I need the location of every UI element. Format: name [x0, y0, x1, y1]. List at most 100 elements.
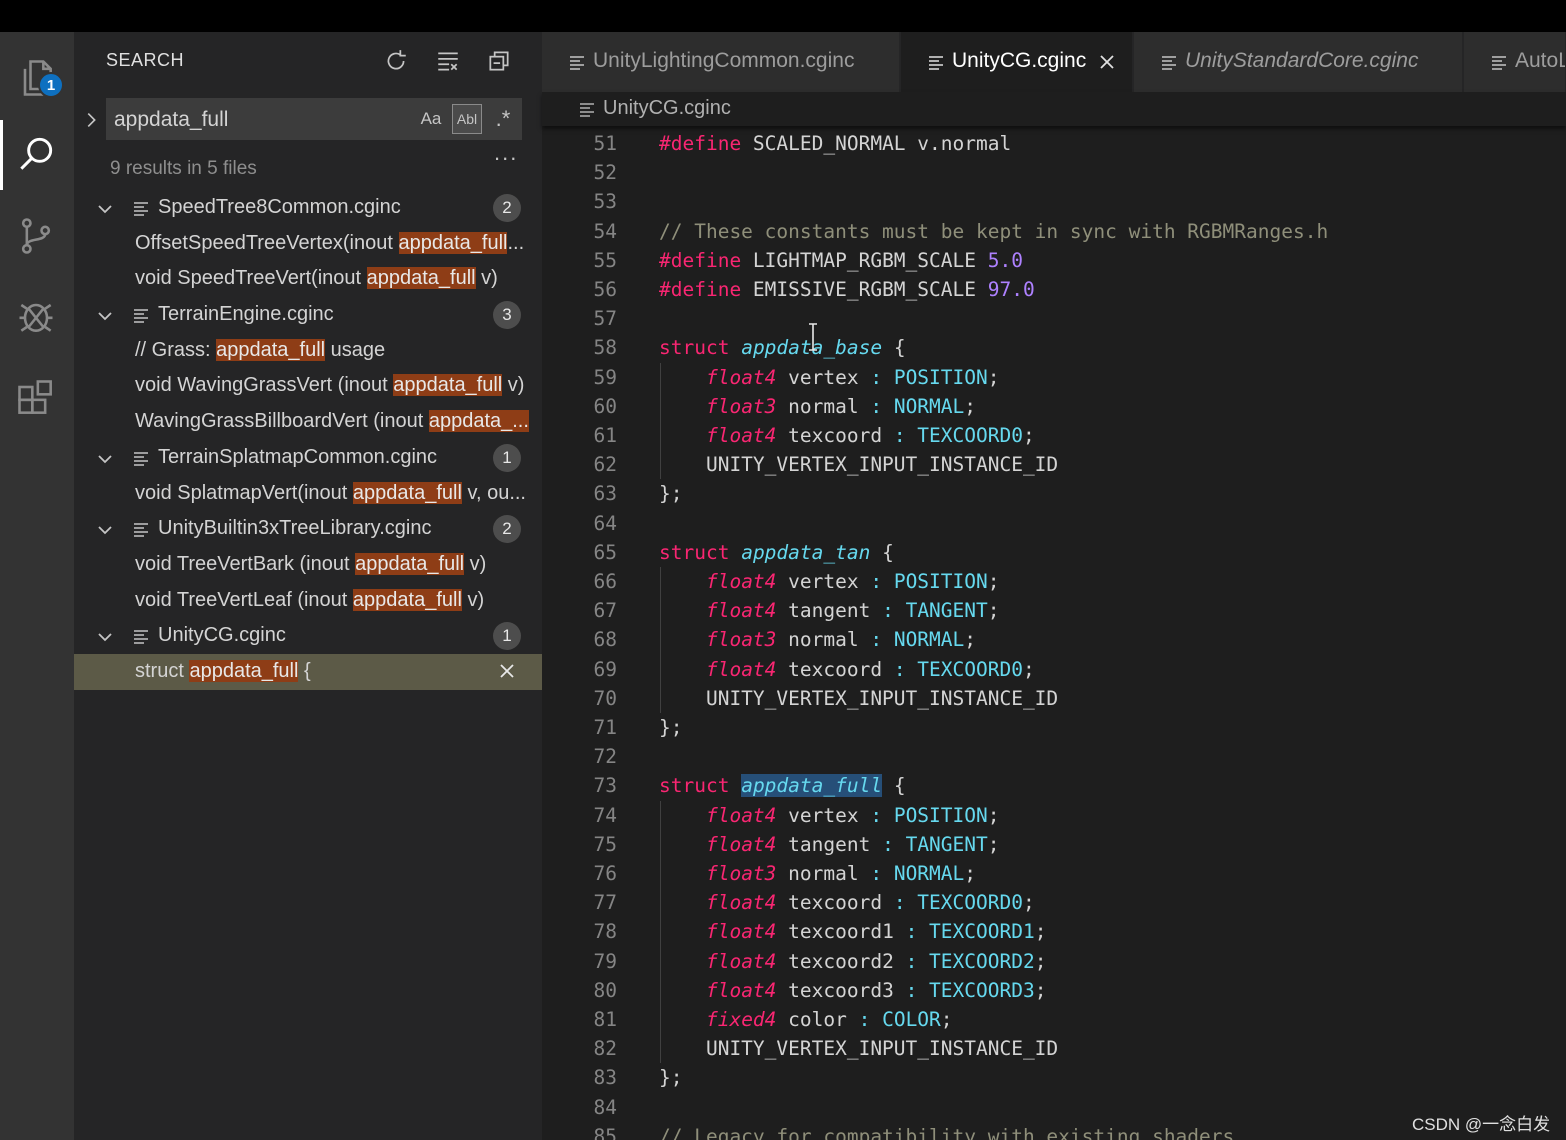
code-token: { — [882, 336, 906, 360]
code-line[interactable]: 54 // These constants must be kept in syn… — [542, 217, 1566, 246]
explorer-badge: 1 — [38, 72, 64, 98]
code-line[interactable]: 80 float4 texcoord3 : TEXCOORD3; — [542, 976, 1566, 1005]
code-token: : TANGENT — [882, 599, 988, 623]
result-match-row[interactable]: void SplatmapVert(inout appdata_full v, … — [74, 476, 542, 512]
code-line[interactable]: 65 struct appdata_tan { — [542, 538, 1566, 567]
result-match-row[interactable]: // Grass: appdata_full usage — [74, 333, 542, 369]
result-match-row[interactable]: WavingGrassBillboardVert (inout appdata_… — [74, 404, 542, 440]
code-token: LIGHTMAP_RGBM_SCALE — [741, 248, 988, 272]
code-token: float4 — [705, 599, 777, 623]
code-line[interactable]: 83}; — [542, 1063, 1566, 1092]
code-line[interactable]: 58 struct appdata_base { — [542, 333, 1566, 362]
debug-icon[interactable] — [12, 292, 60, 340]
tab-unitylightingcommon[interactable]: UnityLightingCommon.cginc — [542, 32, 900, 92]
tab-unitycg[interactable]: UnityCG.cginc — [901, 32, 1133, 92]
code-line[interactable]: 60 float3 normal : NORMAL; — [542, 392, 1566, 421]
code-line[interactable]: 57 — [542, 304, 1566, 333]
match-text: void TreeVertLeaf (inout appdata_full v) — [135, 588, 541, 612]
code-token: : TEXCOORD2 — [905, 949, 1035, 973]
code-line[interactable]: 62 UNITY_VERTEX_INPUT_INSTANCE_ID — [542, 450, 1566, 479]
code-token: float4 — [705, 920, 777, 944]
code-line[interactable]: 53 — [542, 187, 1566, 216]
search-input-value[interactable]: appdata_full — [114, 108, 228, 132]
extensions-icon[interactable] — [12, 374, 60, 422]
code-line[interactable]: 71}; — [542, 713, 1566, 742]
file-lines-icon — [1162, 56, 1176, 70]
code-line[interactable]: 59 float4 vertex : POSITION; — [542, 363, 1566, 392]
close-tab-icon[interactable] — [1096, 51, 1118, 73]
code-line[interactable]: 74 float4 vertex : POSITION; — [542, 801, 1566, 830]
code-line[interactable]: 52 — [542, 158, 1566, 187]
breadcrumb-file[interactable]: UnityCG.cginc — [603, 97, 731, 120]
code-line[interactable]: 56 #define EMISSIVE_RGBM_SCALE 97.0 — [542, 275, 1566, 304]
code-token: float3 — [705, 628, 777, 652]
code-line[interactable]: 68 float3 normal : NORMAL; — [542, 625, 1566, 654]
code-line[interactable]: 63}; — [542, 479, 1566, 508]
search-sidebar: SEARCH appdata_full Aa Abl .* ... 9 resu… — [74, 32, 542, 1140]
code-token: ; — [940, 1008, 953, 1031]
code-line[interactable]: 51 #define SCALED_NORMAL v.normal — [542, 129, 1566, 158]
code-line[interactable]: 76 float3 normal : NORMAL; — [542, 859, 1566, 888]
clear-results-icon[interactable] — [433, 46, 463, 76]
line-number: 72 — [593, 745, 617, 769]
result-match-row[interactable]: void TreeVertLeaf (inout appdata_full v) — [74, 583, 542, 619]
chevron-down-icon[interactable] — [94, 305, 116, 327]
code-text: float3 normal : NORMAL; — [659, 628, 976, 651]
result-match-row[interactable]: void SpeedTreeVert(inout appdata_full v) — [74, 261, 542, 297]
result-file-row[interactable]: TerrainSplatmapCommon.cginc 1 — [74, 440, 542, 476]
source-control-icon[interactable] — [12, 212, 60, 260]
result-match-row[interactable]: void WavingGrassVert (inout appdata_full… — [74, 368, 542, 404]
search-input[interactable]: appdata_full Aa Abl .* — [106, 98, 522, 140]
tab-unitystandardcore[interactable]: UnityStandardCore.cginc — [1134, 32, 1463, 92]
code-line[interactable]: 82 UNITY_VERTEX_INPUT_INSTANCE_ID — [542, 1034, 1566, 1063]
match-whole-word-button[interactable]: Abl — [452, 104, 482, 134]
code-line[interactable]: 77 float4 texcoord : TEXCOORD0; — [542, 888, 1566, 917]
code-line[interactable]: 67 float4 tangent : TANGENT; — [542, 596, 1566, 625]
chevron-down-icon[interactable] — [94, 626, 116, 648]
code-token: texcoord — [776, 891, 894, 915]
code-line[interactable]: 69 float4 texcoord : TEXCOORD0; — [542, 655, 1566, 684]
result-match-row[interactable]: struct appdata_full { — [74, 653, 542, 690]
chevron-down-icon[interactable] — [94, 448, 116, 470]
code-editor[interactable]: 51 #define SCALED_NORMAL v.normal 52 53 54 //… — [542, 126, 1566, 1140]
refresh-icon[interactable] — [381, 46, 411, 76]
dismiss-result-icon[interactable] — [496, 660, 518, 682]
chevron-down-icon[interactable] — [94, 198, 116, 220]
chevron-down-icon[interactable] — [94, 519, 116, 541]
result-file-row[interactable]: TerrainEngine.cginc 3 — [74, 297, 542, 333]
code-text: float4 texcoord2 : TEXCOORD2; — [659, 950, 1046, 973]
code-line[interactable]: 61 float4 texcoord : TEXCOORD0; — [542, 421, 1566, 450]
result-file-row[interactable]: SpeedTree8Common.cginc 2 — [74, 190, 542, 226]
text-cursor-icon — [809, 323, 817, 351]
code-line[interactable]: 70 UNITY_VERTEX_INPUT_INSTANCE_ID — [542, 684, 1566, 713]
code-token: normal — [776, 862, 871, 885]
code-line[interactable]: 55 #define LIGHTMAP_RGBM_SCALE 5.0 — [542, 246, 1566, 275]
result-file-row[interactable]: UnityBuiltin3xTreeLibrary.cginc 2 — [74, 511, 542, 547]
code-line[interactable]: 81 fixed4 color : COLOR; — [542, 1005, 1566, 1034]
code-line[interactable]: 78 float4 texcoord1 : TEXCOORD1; — [542, 917, 1566, 946]
code-line[interactable]: 72 — [542, 742, 1566, 771]
code-line[interactable]: 75 float4 tangent : TANGENT; — [542, 830, 1566, 859]
line-number: 59 — [593, 365, 617, 389]
code-line[interactable]: 64 — [542, 509, 1566, 538]
code-line[interactable]: 79 float4 texcoord2 : TEXCOORD2; — [542, 947, 1566, 976]
match-prefix: void WavingGrassVert (inout — [135, 374, 394, 397]
search-icon[interactable] — [12, 130, 60, 178]
collapse-all-icon[interactable] — [484, 46, 514, 76]
code-token: ; — [964, 628, 977, 652]
code-token: ; — [987, 832, 1000, 856]
match-case-button[interactable]: Aa — [416, 104, 446, 134]
code-line[interactable]: 66 float4 vertex : POSITION; — [542, 567, 1566, 596]
toggle-replace-chevron-icon[interactable] — [80, 104, 102, 136]
result-file-row[interactable]: UnityCG.cginc 1 — [74, 618, 542, 654]
result-match-row[interactable]: OffsetSpeedTreeVertex(inout appdata_full… — [74, 226, 542, 262]
use-regex-button[interactable]: .* — [488, 104, 518, 134]
result-match-row[interactable]: void TreeVertBark (inout appdata_full v) — [74, 547, 542, 583]
tab-autol[interactable]: AutoL — [1464, 32, 1566, 92]
code-token: : TEXCOORD1 — [905, 920, 1035, 944]
code-token: : TEXCOORD0 — [893, 424, 1023, 447]
code-line[interactable]: 73 struct appdata_full { — [542, 771, 1566, 800]
toggle-search-details-button[interactable]: ... — [494, 140, 518, 166]
